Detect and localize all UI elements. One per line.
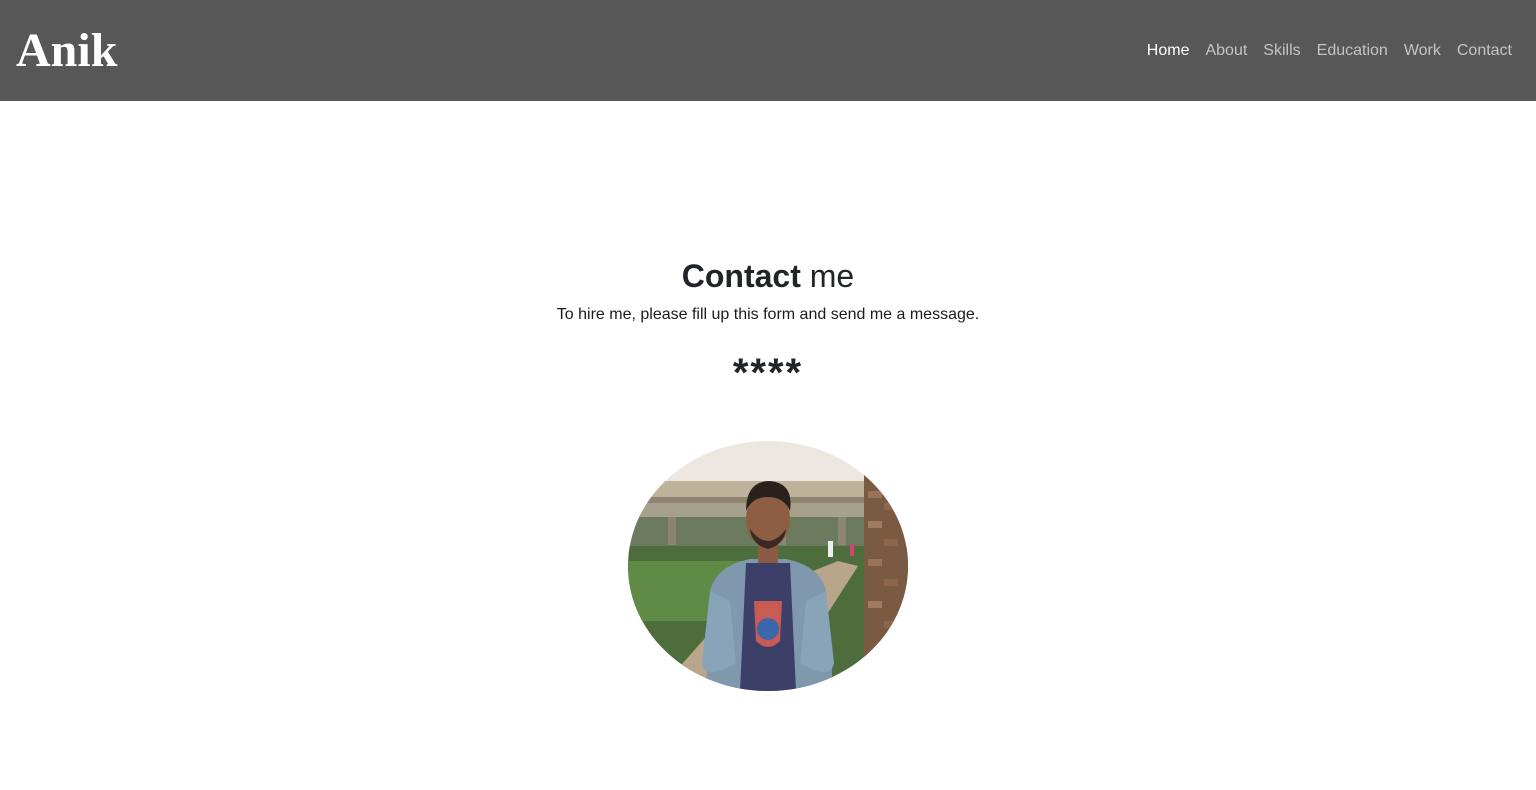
section-title: Contact me: [0, 257, 1536, 295]
nav-link-education[interactable]: Education: [1309, 41, 1396, 61]
profile-photo-illustration: [628, 441, 908, 691]
nav-link-skills[interactable]: Skills: [1255, 41, 1308, 61]
title-rest: me: [800, 258, 855, 294]
nav-link-home[interactable]: Home: [1139, 41, 1198, 61]
title-bold: Contact: [681, 258, 801, 294]
top-navbar: Anik Home About Skills Education Work Co…: [0, 0, 1536, 101]
nav-link-work[interactable]: Work: [1396, 41, 1449, 61]
nav-link-contact[interactable]: Contact: [1449, 41, 1512, 61]
brand-logo[interactable]: Anik: [16, 26, 117, 75]
section-subtitle: To hire me, please fill up this form and…: [556, 306, 980, 323]
contact-section: Contact me To hire me, please fill up th…: [0, 101, 1536, 397]
profile-photo: [628, 441, 908, 691]
nav-link-about[interactable]: About: [1197, 41, 1255, 61]
stars-divider: ****: [732, 351, 804, 395]
main-nav: Home About Skills Education Work Contact: [1139, 41, 1512, 61]
